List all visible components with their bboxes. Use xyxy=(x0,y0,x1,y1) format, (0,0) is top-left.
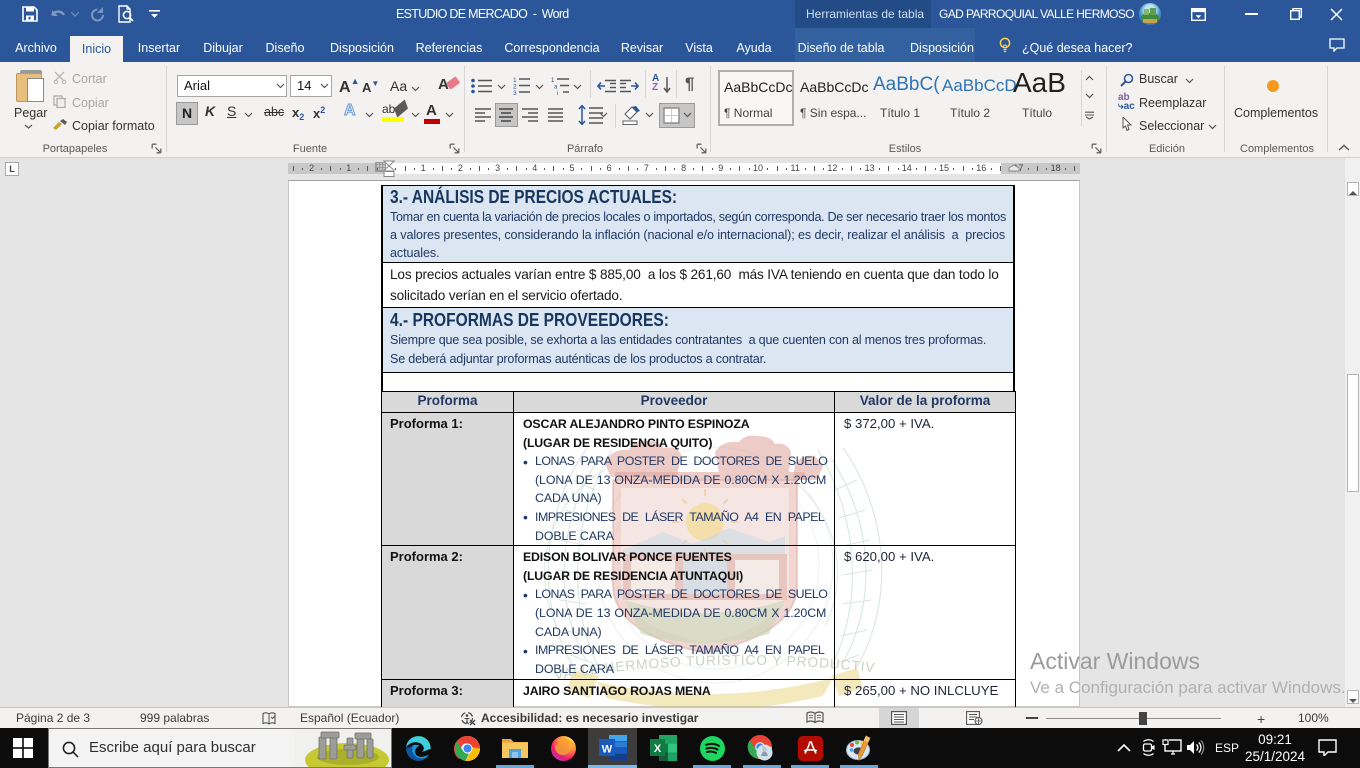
svg-text:a: a xyxy=(554,85,558,91)
svg-text:W: W xyxy=(601,743,612,755)
svg-text:3: 3 xyxy=(513,90,517,95)
svg-text:X: X xyxy=(653,743,661,755)
svg-text:1: 1 xyxy=(551,78,555,84)
svg-text:i: i xyxy=(557,91,558,95)
